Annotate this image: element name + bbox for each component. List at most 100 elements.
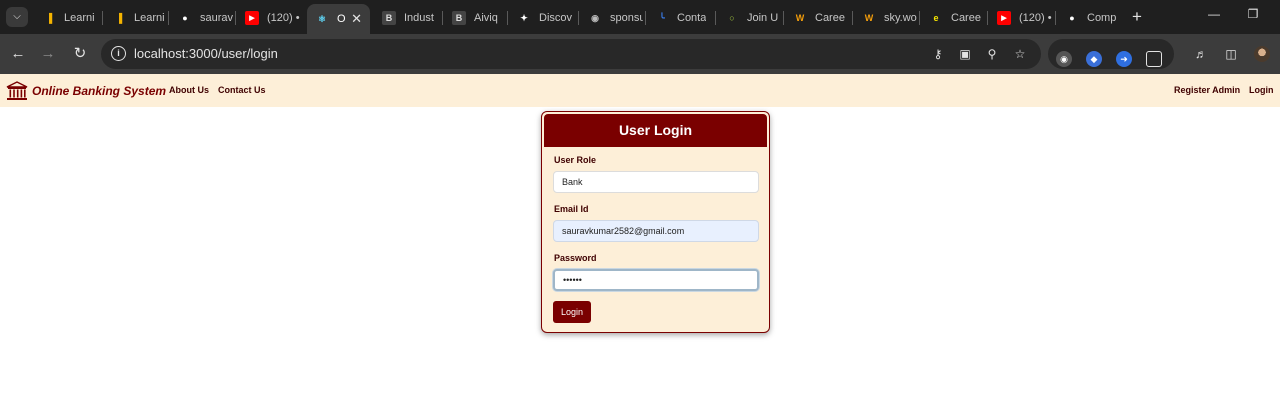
browser-tab-title: Caree [815, 12, 845, 24]
github-icon: ● [182, 13, 188, 23]
hook-logo-icon: ╰ [659, 12, 665, 23]
browser-tab[interactable]: ╰ Conta [647, 6, 713, 30]
user-role-label: User Role [554, 155, 597, 165]
tab-separator [645, 11, 646, 25]
login-card-title: User Login [544, 114, 767, 147]
extensions-group: ◉ ◆ ➜ [1048, 39, 1174, 69]
browser-tab[interactable]: ◉ sponsu [580, 6, 643, 30]
browser-tab[interactable]: ● saurav [170, 6, 233, 30]
shield-extension-icon[interactable]: ◆ [1086, 51, 1102, 67]
browser-tab[interactable]: B Indust [374, 6, 440, 30]
browser-tab-title: saurav [200, 12, 233, 24]
browser-tab-title: Aiviq [474, 12, 498, 24]
address-bar[interactable]: i localhost:3000/user/login ⚷ ▣ ⚲ ☆ [101, 39, 1041, 69]
brand-title[interactable]: Online Banking System [32, 84, 166, 98]
back-icon[interactable]: ← [8, 44, 28, 64]
site-navbar: Online Banking System About Us Contact U… [0, 74, 1280, 107]
minimize-icon[interactable]: — [1204, 7, 1224, 21]
email-label: Email Id [554, 204, 589, 214]
close-tab-icon[interactable]: ✕ [351, 11, 362, 27]
tab-separator [442, 11, 443, 25]
side-panel-icon[interactable]: ◫ [1222, 45, 1240, 63]
password-input[interactable] [553, 269, 759, 291]
browser-tab-title: Learni [64, 12, 95, 24]
browser-tab-title: Join U [747, 12, 779, 24]
tab-separator [1055, 11, 1056, 25]
browser-tab-title: sky.wo [884, 12, 917, 24]
browser-tab-title: Learni [134, 12, 165, 24]
nav-about-us[interactable]: About Us [169, 85, 209, 95]
nav-contact-us[interactable]: Contact Us [218, 85, 266, 95]
browser-tab[interactable]: B Aiviq [444, 6, 505, 30]
discord-like-icon: ✦ [520, 12, 528, 23]
browser-tab[interactable]: ○ Join U [717, 6, 781, 30]
browser-tab[interactable]: ▶ (120) • [237, 6, 303, 30]
browser-tab-title: Indust [404, 12, 434, 24]
reload-icon[interactable]: ↻ [70, 44, 90, 64]
browser-tab[interactable]: e Caree [921, 6, 985, 30]
restore-icon[interactable]: ❐ [1243, 7, 1263, 21]
youtube-icon: ▶ [997, 11, 1011, 25]
browser-tab-title: Comp [1087, 12, 1117, 24]
tab-separator [578, 11, 579, 25]
site-info-icon[interactable]: i [111, 46, 126, 61]
w-logo-icon: W [864, 13, 874, 23]
tab-separator [715, 11, 716, 25]
browser-tab[interactable]: ● Comp [1057, 6, 1123, 30]
password-label: Password [554, 253, 597, 263]
circle-logo-icon: ◉ [591, 12, 599, 23]
browser-tab-title: Discov [539, 12, 573, 24]
tab-separator [852, 11, 853, 25]
browser-tab-title: (120) • [1019, 12, 1052, 24]
browser-tab[interactable]: Wsky.wo [854, 6, 917, 30]
forward-icon[interactable]: → [38, 44, 58, 64]
email-input[interactable] [553, 220, 759, 242]
profile-avatar[interactable] [1254, 46, 1270, 62]
react-icon: ⚛ [317, 13, 327, 24]
github-icon: ● [1069, 13, 1075, 23]
browser-tab-title: sponsu [610, 12, 643, 24]
b-letter-icon: B [382, 11, 396, 25]
b-letter-icon: B [452, 11, 466, 25]
tab-search-button[interactable]: ⌵ [6, 7, 28, 27]
tab-separator [919, 11, 920, 25]
browser-tab[interactable]: W Caree [785, 6, 850, 30]
bar-chart-favicon-icon: ▐ [45, 13, 53, 23]
extensions-puzzle-icon[interactable] [1146, 51, 1162, 67]
w-logo-icon: W [795, 13, 805, 23]
tab-separator [102, 11, 103, 25]
browser-tab-strip: ⌵ ▐ Learni ▐ Learni ● saurav ▶ (120) • ⚛ O ✕ B Indus… [0, 0, 1280, 34]
zoom-icon[interactable]: ⚲ [983, 45, 1001, 63]
browser-tab[interactable]: ✦ Discov [509, 6, 576, 30]
e-logo-icon: e [933, 13, 939, 23]
media-control-icon[interactable]: ♬ [1192, 45, 1210, 63]
youtube-icon: ▶ [245, 11, 259, 25]
browser-tab[interactable]: ▐ Learni [104, 6, 166, 30]
nav-login[interactable]: Login [1249, 85, 1274, 95]
user-role-input[interactable] [553, 171, 759, 193]
login-submit-button[interactable]: Login [553, 301, 591, 323]
new-tab-button[interactable]: + [1128, 7, 1146, 27]
nav-register-admin[interactable]: Register Admin [1174, 85, 1240, 95]
tab-separator [507, 11, 508, 25]
browser-tab-title: (120) • [267, 12, 300, 24]
address-url[interactable]: localhost:3000/user/login [134, 46, 278, 61]
browser-tab[interactable]: ▐ Learni [34, 6, 100, 30]
web-page: Online Banking System About Us Contact U… [0, 74, 1280, 413]
tab-separator [168, 11, 169, 25]
tab-separator [235, 11, 236, 25]
ring-logo-icon: ○ [729, 13, 735, 23]
browser-tab[interactable]: ⚛ O ✕ [307, 4, 370, 34]
key-icon[interactable]: ⚷ [929, 45, 947, 63]
install-app-icon[interactable]: ▣ [956, 45, 974, 63]
arrow-extension-icon[interactable]: ➜ [1116, 51, 1132, 67]
browser-tab-title: Conta [677, 12, 707, 24]
bookmark-star-icon[interactable]: ☆ [1011, 45, 1029, 63]
login-card: User Login User Role Email Id Password L… [541, 111, 770, 333]
browser-toolbar: ← → ↻ i localhost:3000/user/login ⚷ ▣ ⚲ … [0, 34, 1280, 74]
bar-chart-favicon-icon: ▐ [115, 13, 123, 23]
camera-extension-icon[interactable]: ◉ [1056, 51, 1072, 67]
browser-tab[interactable]: ▶ (120) • [989, 6, 1053, 30]
browser-tab-title: Caree [951, 12, 981, 24]
tab-separator [987, 11, 988, 25]
